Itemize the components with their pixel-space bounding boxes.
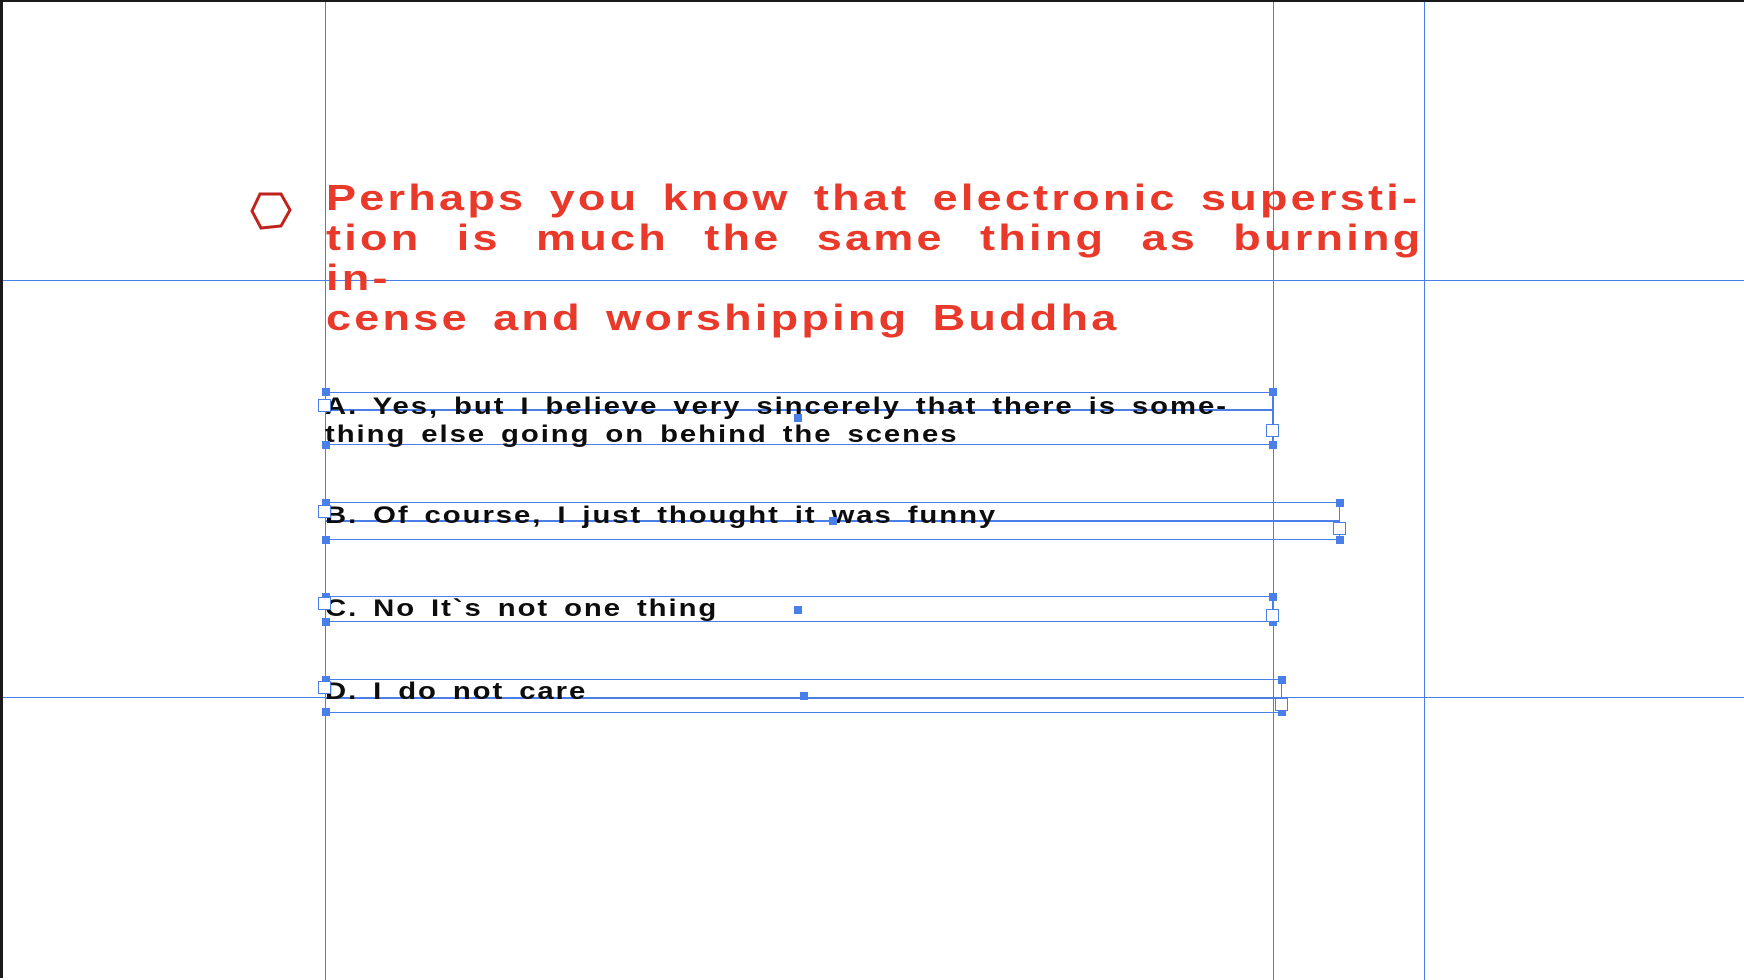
answer-d-text[interactable]: D. I do not care [325,678,587,706]
answer-a-handle-bottom-left[interactable] [322,441,330,449]
answer-c-in-port[interactable] [318,597,331,610]
answer-a-handle-bottom-right[interactable] [1269,441,1277,449]
answer-a-line-2: thing else going on behind the scenes [325,421,959,448]
question-title-line-3: cense and worshipping Buddha [326,297,1120,338]
answer-a-line-1: A. Yes, but I believe very sincerely tha… [325,393,1228,420]
answer-b-in-port[interactable] [318,505,331,518]
question-title[interactable]: Perhaps you know that electronic superst… [326,178,1424,338]
answer-b-text[interactable]: B. Of course, I just thought it was funn… [325,502,997,530]
answer-d-line-1: D. I do not care [325,678,588,705]
answer-d-handle-bottom-left[interactable] [322,708,330,716]
answer-c-line-1: C. No It`s not one thing [325,595,719,622]
answer-d-handle-top-right[interactable] [1278,676,1286,684]
answer-b-handle-bottom-left[interactable] [322,536,330,544]
guide-vertical-middle[interactable] [1273,2,1274,980]
answer-c-handle-top-right[interactable] [1269,593,1277,601]
answer-b-out-port[interactable] [1333,522,1346,535]
guide-vertical-left[interactable] [325,2,326,980]
answer-a-in-port[interactable] [318,399,331,412]
answer-a-handle-top-left[interactable] [322,388,330,396]
answer-b-line-1: B. Of course, I just thought it was funn… [325,502,998,529]
answer-a-out-port[interactable] [1266,424,1279,437]
answer-a-center-point[interactable] [794,414,802,422]
answer-d-center-point[interactable] [800,692,808,700]
question-title-line-2: tion is much the same thing as burning i… [326,217,1424,298]
answer-a-handle-top-right[interactable] [1269,388,1277,396]
answer-c-center-point[interactable] [794,606,802,614]
answer-b-center-point[interactable] [829,517,837,525]
answer-c-handle-bottom-left[interactable] [322,618,330,626]
answer-a-text[interactable]: A. Yes, but I believe very sincerely tha… [325,393,1228,449]
answer-c-text[interactable]: C. No It`s not one thing [325,595,718,623]
guide-vertical-right[interactable] [1424,2,1425,980]
answer-b-handle-bottom-right[interactable] [1336,536,1344,544]
answer-c-out-port[interactable] [1266,609,1279,622]
hexagon-icon [250,192,292,230]
answer-d-out-port[interactable] [1275,698,1288,711]
artboard: Perhaps you know that electronic superst… [0,0,1744,980]
answer-d-in-port[interactable] [318,681,331,694]
answer-b-handle-top-right[interactable] [1336,499,1344,507]
question-title-line-1: Perhaps you know that electronic superst… [326,177,1421,218]
